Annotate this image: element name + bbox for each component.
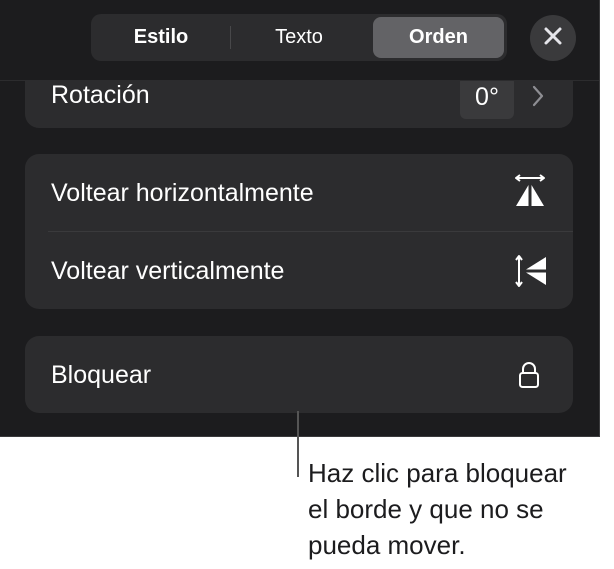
tab-divider (230, 26, 231, 49)
inspector-panel: Rotación 0° Voltear horizontalmente Volt… (0, 0, 600, 437)
tab-orden[interactable]: Orden (373, 17, 504, 58)
callout-line-2: el borde y que no se (308, 494, 544, 524)
callout-line-1: Haz clic para bloquear (308, 458, 567, 488)
lock-row[interactable]: Bloquear (25, 336, 573, 413)
tab-texto[interactable]: Texto (232, 17, 366, 58)
inspector-header: Estilo Texto Orden (0, 0, 599, 81)
close-icon (543, 26, 563, 51)
chevron-right-icon[interactable] (531, 84, 545, 113)
flip-vertical-row[interactable]: Voltear verticalmente (25, 232, 573, 309)
lock-label: Bloquear (51, 361, 152, 389)
flip-group: Voltear horizontalmente Voltear vertical… (25, 154, 573, 309)
callout-line-3: pueda mover. (308, 530, 466, 560)
rotation-value-field[interactable]: 0° (460, 76, 514, 119)
flip-horizontal-row[interactable]: Voltear horizontalmente (25, 154, 573, 231)
rotation-label: Rotación (51, 81, 150, 109)
lock-icon (518, 361, 540, 394)
flip-vertical-icon (513, 253, 549, 294)
segmented-control: Estilo Texto Orden (91, 14, 507, 61)
callout-text: Haz clic para bloquear el borde y que no… (308, 455, 608, 563)
tab-estilo[interactable]: Estilo (94, 17, 228, 58)
close-button[interactable] (530, 15, 576, 61)
flip-vertical-label: Voltear verticalmente (51, 257, 285, 285)
flip-horizontal-icon (512, 174, 548, 215)
flip-horizontal-label: Voltear horizontalmente (51, 179, 314, 207)
callout-line (297, 411, 299, 477)
